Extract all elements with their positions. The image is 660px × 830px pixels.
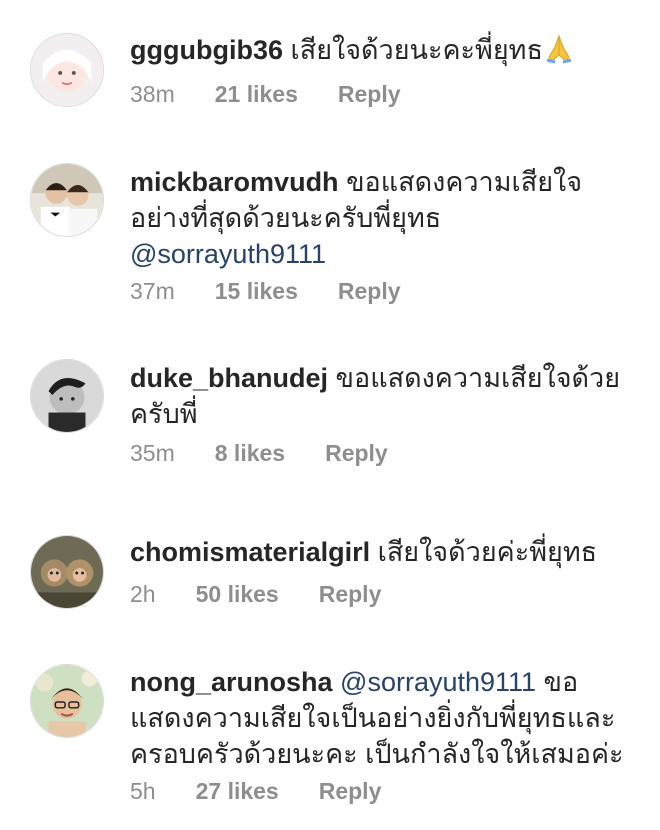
avatar[interactable] (30, 359, 104, 433)
comment-time: 38m (130, 81, 175, 107)
comment-username[interactable]: duke_bhanudej (130, 363, 328, 393)
comment-text: เสียใจด้วยนะคะพี่ยุทธ (282, 35, 543, 65)
comment-time: 35m (130, 440, 175, 466)
reply-button[interactable]: Reply (319, 581, 382, 608)
comment-time: 37m (130, 278, 175, 304)
reply-button[interactable]: Reply (319, 778, 382, 805)
comment-username[interactable]: nong_arunosha (130, 667, 333, 697)
comment-time: 5h (130, 778, 156, 804)
avatar[interactable] (30, 535, 104, 609)
comment-text: เสียใจด้วยค่ะพี่ยุทธ (370, 537, 598, 567)
comment-time: 2h (130, 581, 156, 607)
comment-username[interactable]: mickbaromvudh (130, 167, 339, 197)
mention-link[interactable]: @sorrayuth9111 (340, 667, 536, 697)
likes-count[interactable]: 8 likes (215, 440, 285, 467)
mention-link[interactable]: @sorrayuth9111 (130, 239, 326, 269)
comment-body: chomismaterialgirl เสียใจด้วยค่ะพี่ยุทธ (130, 534, 640, 570)
comment-meta: 2h 50 likes Reply (130, 581, 381, 608)
comment-meta: 37m 15 likes Reply (130, 278, 401, 305)
comment-meta: 5h 27 likes Reply (130, 778, 381, 805)
comment-username[interactable]: gggubgib36 (130, 35, 283, 65)
avatar[interactable] (30, 33, 104, 107)
likes-count[interactable]: 27 likes (196, 778, 279, 805)
avatar[interactable] (30, 664, 104, 738)
likes-count[interactable]: 21 likes (215, 81, 298, 108)
reply-button[interactable]: Reply (338, 278, 401, 305)
comment-body: nong_arunosha @sorrayuth9111 ขอแสดงความเ… (130, 664, 640, 772)
comment-body: duke_bhanudej ขอแสดงความเสียใจด้วยครับพี… (130, 360, 640, 432)
avatar[interactable] (30, 163, 104, 237)
comment-body: mickbaromvudh ขอแสดงความเสียใจอย่างที่สุ… (130, 164, 640, 272)
comment-body: gggubgib36 เสียใจด้วยนะคะพี่ยุทธ (130, 32, 640, 68)
reply-button[interactable]: Reply (338, 81, 401, 108)
reply-button[interactable]: Reply (325, 440, 388, 467)
comment-meta: 38m 21 likes Reply (130, 81, 401, 108)
likes-count[interactable]: 50 likes (196, 581, 279, 608)
comment-text (333, 667, 341, 697)
comment-meta: 35m 8 likes Reply (130, 440, 388, 467)
likes-count[interactable]: 15 likes (215, 278, 298, 305)
comment-username[interactable]: chomismaterialgirl (130, 537, 370, 567)
folded-hands-icon (543, 33, 575, 65)
